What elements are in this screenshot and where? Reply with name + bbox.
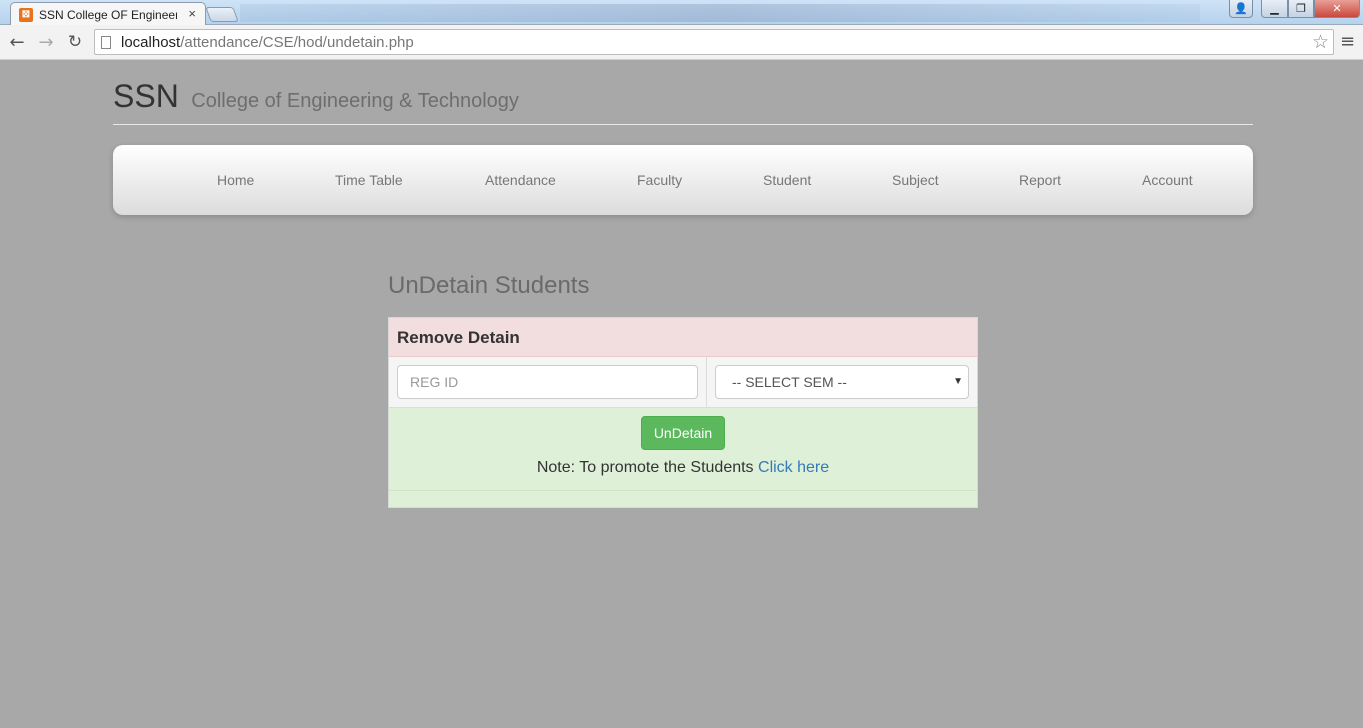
nav-report[interactable]: Report	[1019, 172, 1061, 188]
tab-title: SSN College OF Engineeri	[39, 7, 177, 22]
page-icon	[101, 35, 111, 49]
browser-toolbar: ← → ↻ localhost/attendance/CSE/hod/undet…	[0, 25, 1363, 60]
semester-select[interactable]: -- SELECT SEM -- ▼	[715, 365, 969, 399]
nav-home[interactable]: Home	[217, 172, 254, 188]
undetain-button[interactable]: UnDetain	[640, 416, 726, 450]
minimize-window-button[interactable]: ▁	[1261, 0, 1288, 18]
url-text[interactable]: localhost/attendance/CSE/hod/undetain.ph…	[121, 34, 414, 51]
nav-student[interactable]: Student	[763, 172, 811, 188]
reg-id-input[interactable]	[397, 365, 698, 399]
nav-time-table[interactable]: Time Table	[335, 172, 403, 188]
new-tab-button[interactable]	[205, 7, 239, 22]
panel-footer-tail	[389, 491, 977, 507]
undetain-panel: Remove Detain -- SELECT SEM -- ▼ UnDetai…	[388, 317, 978, 508]
restore-window-button[interactable]: ❐	[1288, 0, 1314, 18]
panel-input-row: -- SELECT SEM -- ▼	[389, 357, 977, 408]
main-navbar: Home Time Table Attendance Faculty Stude…	[113, 145, 1253, 215]
reload-icon[interactable]: ↻	[64, 31, 86, 53]
promote-link[interactable]: Click here	[758, 459, 829, 476]
close-tab-icon[interactable]: ×	[188, 6, 196, 21]
address-bar[interactable]: localhost/attendance/CSE/hod/undetain.ph…	[94, 29, 1334, 55]
browser-tab[interactable]: ⊠ SSN College OF Engineeri ×	[10, 2, 206, 26]
panel-heading: Remove Detain	[389, 318, 977, 357]
url-path: /attendance/CSE/hod/undetain.php	[180, 33, 414, 51]
bookmark-star-icon[interactable]: ☆	[1312, 31, 1329, 53]
url-host: localhost	[121, 33, 181, 51]
semester-select-value: -- SELECT SEM --	[732, 374, 847, 390]
site-subtitle: College of Engineering & Technology	[191, 90, 519, 112]
forward-arrow-icon[interactable]: →	[35, 31, 57, 53]
cell-divider	[706, 357, 707, 407]
dropdown-arrow-icon: ▼	[953, 376, 963, 387]
nav-account[interactable]: Account	[1142, 172, 1193, 188]
xampp-icon: ⊠	[19, 7, 33, 22]
panel-footer: UnDetain Note: To promote the Students C…	[389, 408, 977, 491]
page-title: UnDetain Students	[388, 272, 590, 299]
user-profile-icon[interactable]: 👤	[1229, 0, 1253, 18]
titlebar-background	[240, 4, 1200, 22]
nav-faculty[interactable]: Faculty	[637, 172, 682, 188]
site-brand[interactable]: SSN	[113, 78, 179, 114]
site-header: SSN College of Engineering & Technology	[113, 78, 1253, 125]
browser-titlebar: ⊠ SSN College OF Engineeri × 👤 ▁ ❐ ✕	[0, 0, 1363, 26]
close-window-button[interactable]: ✕	[1314, 0, 1360, 18]
nav-subject[interactable]: Subject	[892, 172, 939, 188]
promote-note-text: Note: To promote the Students	[536, 459, 754, 476]
promote-note: Note: To promote the Students Click here	[389, 459, 977, 477]
nav-attendance[interactable]: Attendance	[485, 172, 556, 188]
back-arrow-icon[interactable]: ←	[6, 31, 28, 53]
hamburger-menu-icon[interactable]: ≡	[1340, 31, 1355, 52]
